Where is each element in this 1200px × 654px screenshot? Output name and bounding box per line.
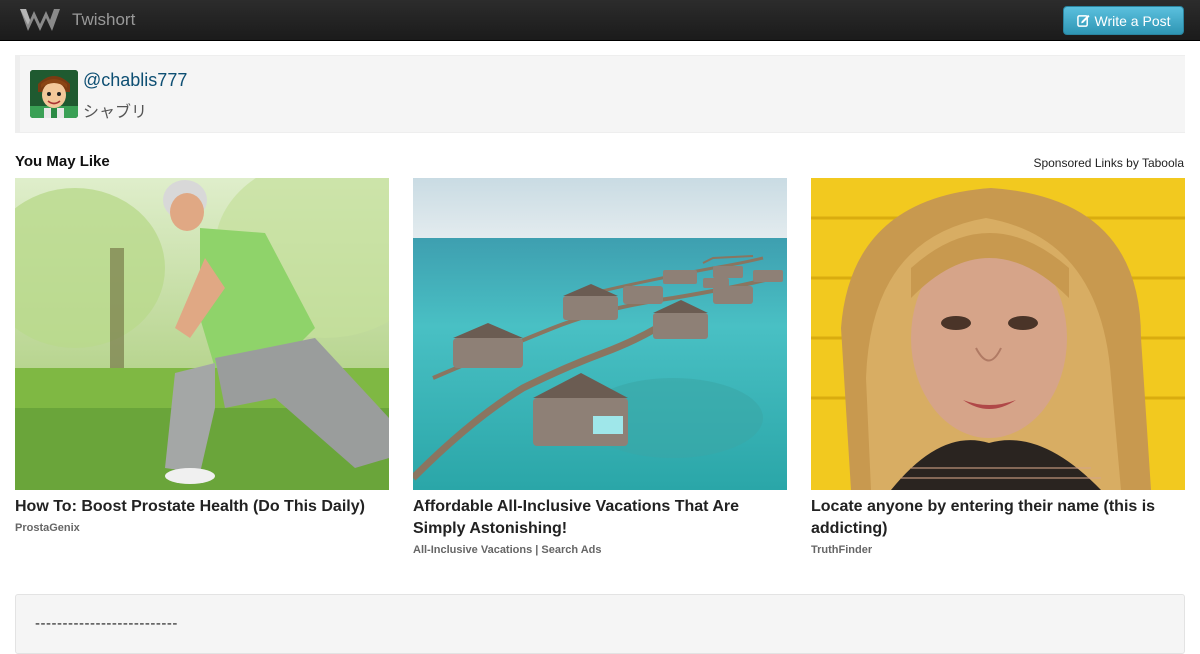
recommendation-headline[interactable]: How To: Boost Prostate Health (Do This D… [15,496,389,518]
top-navbar: Twishort Write a Post [0,0,1200,41]
author-profile: @chablis777 シャブリ [15,55,1185,133]
post-content-box: -------------------------- [15,594,1185,654]
twishort-logo-icon [20,9,60,31]
avatar-image [30,70,78,118]
recommendation-image[interactable] [15,178,389,490]
write-post-label: Write a Post [1094,12,1171,29]
brand-name: Twishort [72,10,136,29]
you-may-like-title: You May Like [15,153,110,170]
brand-link[interactable]: Twishort [18,4,135,36]
recommendation-card[interactable]: Affordable All-Inclusive Vacations That … [413,178,787,556]
water-villas-image [413,178,787,490]
woman-portrait-image [811,178,1185,490]
recommendation-headline[interactable]: Locate anyone by entering their name (th… [811,496,1185,540]
recommendation-source: All-Inclusive Vacations | Search Ads [413,544,602,556]
recommendation-card[interactable]: How To: Boost Prostate Health (Do This D… [15,178,389,534]
edit-icon [1076,14,1090,27]
post-text: -------------------------- [35,615,178,632]
recommendation-image[interactable] [811,178,1185,490]
recommendation-source: TruthFinder [811,544,873,556]
recommendation-image[interactable] [413,178,787,490]
recommendation-source: ProstaGenix [15,522,80,534]
author-display-name: シャブリ [83,102,148,121]
recommendation-card[interactable]: Locate anyone by entering their name (th… [811,178,1185,556]
write-post-button[interactable]: Write a Post [1063,6,1184,35]
author-username-link[interactable]: @chablis777 [83,70,187,91]
avatar[interactable] [30,70,78,118]
stretching-man-image [15,178,389,490]
sponsored-links-link[interactable]: Sponsored Links by Taboola [1033,156,1184,170]
recommendation-headline[interactable]: Affordable All-Inclusive Vacations That … [413,496,787,540]
